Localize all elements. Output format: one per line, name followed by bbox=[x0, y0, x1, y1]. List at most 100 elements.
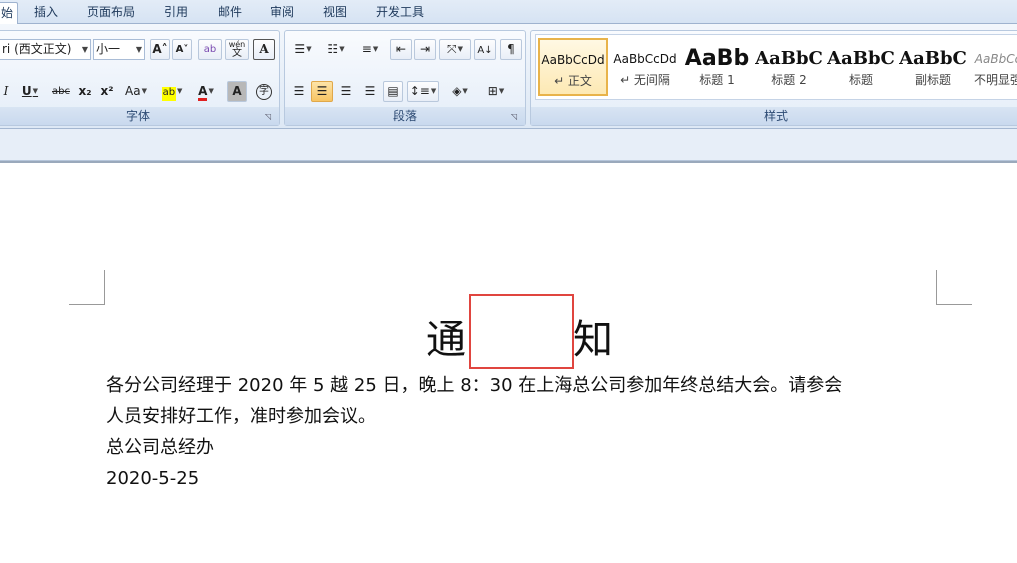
body-line-1: 各分公司经理于 2020 年 5 越 25 日，晚上 8：30 在上海总公司参加… bbox=[106, 375, 843, 396]
shrink-font-button[interactable]: A˅ bbox=[172, 39, 192, 60]
numbering-button[interactable]: ☷▼ bbox=[320, 39, 352, 60]
font-group: ri (西文正文) ▼ 小一 ▼ A˄ A˅ ab wén 文 A I U▼ ab… bbox=[0, 30, 280, 126]
ribbon-tab-bar: 始 插入 页面布局 引用 邮件 审阅 视图 开发工具 bbox=[0, 0, 1017, 25]
tab-developer[interactable]: 开发工具 bbox=[368, 2, 432, 24]
increase-indent-button[interactable]: ⇥ bbox=[414, 39, 436, 60]
underline-button[interactable]: U▼ bbox=[15, 81, 45, 102]
style-subtitle[interactable]: AaBbC 副标题 bbox=[898, 38, 968, 96]
chevron-down-icon: ▼ bbox=[208, 87, 214, 95]
style-no-spacing[interactable]: AaBbCcDd ↵ 无间隔 bbox=[610, 38, 680, 96]
clear-formatting-button[interactable]: ab bbox=[198, 39, 222, 60]
style-normal-sample: AaBbCcDd bbox=[541, 53, 605, 67]
multilevel-list-button[interactable]: ≡▼ bbox=[354, 39, 386, 60]
style-title-name: 标题 bbox=[848, 73, 873, 87]
dialog-launcher-icon[interactable]: ◹ bbox=[511, 112, 521, 122]
dialog-launcher-icon[interactable]: ◹ bbox=[265, 112, 275, 122]
font-size-combo[interactable]: 小一 ▼ bbox=[93, 39, 145, 60]
shrink-font-icon: A˅ bbox=[175, 44, 189, 55]
title-char-first: 通 bbox=[426, 317, 466, 363]
style-subtle-emphasis[interactable]: AaBbCc 不明显强 bbox=[970, 38, 1017, 96]
align-right-button[interactable]: ☰ bbox=[335, 81, 357, 102]
text-highlight-button[interactable]: ab ▼ bbox=[155, 81, 189, 102]
justify-button[interactable]: ☰ bbox=[359, 81, 381, 102]
borders-button[interactable]: ⊞▼ bbox=[479, 81, 513, 102]
character-border-button[interactable]: A bbox=[253, 39, 275, 60]
chevron-down-icon: ▼ bbox=[498, 87, 505, 95]
font-size-value: 小一 bbox=[96, 42, 121, 56]
tab-mailings[interactable]: 邮件 bbox=[210, 2, 250, 24]
grow-font-icon: A˄ bbox=[152, 42, 168, 56]
style-subtitle-sample: AaBbC bbox=[899, 48, 967, 69]
chevron-down-icon: ▼ bbox=[457, 45, 463, 53]
font-name-value: ri (西文正文) bbox=[2, 42, 72, 56]
tab-insert[interactable]: 插入 bbox=[26, 2, 66, 24]
tab-references[interactable]: 引用 bbox=[156, 2, 196, 24]
style-normal-name: ↵ 正文 bbox=[554, 74, 592, 88]
tab-home[interactable]: 始 bbox=[0, 2, 18, 25]
change-case-icon: Aa bbox=[125, 84, 141, 98]
justify-icon: ☰ bbox=[364, 84, 376, 98]
chevron-down-icon: ▼ bbox=[462, 87, 468, 95]
style-heading-2-name: 标题 2 bbox=[771, 73, 807, 87]
show-formatting-button[interactable]: ¶ bbox=[500, 39, 522, 60]
line-spacing-button[interactable]: ↕≡▼ bbox=[407, 81, 439, 102]
style-title-sample: AaBbC bbox=[827, 48, 895, 69]
style-normal[interactable]: AaBbCcDd ↵ 正文 bbox=[538, 38, 608, 96]
phonetic-guide-button[interactable]: wén 文 bbox=[225, 39, 249, 60]
grow-font-button[interactable]: A˄ bbox=[150, 39, 170, 60]
chinese-layout-button[interactable]: ⤧▼ bbox=[439, 39, 471, 60]
paragraph-group-label: 段落 bbox=[285, 107, 525, 125]
numbered-list-icon: ☷ bbox=[327, 42, 339, 56]
italic-button[interactable]: I bbox=[0, 81, 13, 102]
chinese-layout-icon: ⤧ bbox=[447, 42, 457, 56]
decrease-indent-icon: ⇤ bbox=[395, 42, 407, 56]
align-left-button[interactable]: ☰ bbox=[288, 81, 310, 102]
style-heading-2[interactable]: AaBbC 标题 2 bbox=[754, 38, 824, 96]
superscript-button[interactable]: x² bbox=[97, 81, 117, 102]
chevron-down-icon: ▼ bbox=[372, 45, 379, 53]
subscript-icon: x₂ bbox=[78, 84, 92, 98]
sort-button[interactable]: A↓ bbox=[474, 39, 496, 60]
chevron-down-icon: ▼ bbox=[306, 45, 312, 53]
font-color-icon: A bbox=[198, 84, 208, 101]
enclose-characters-button[interactable]: 字 bbox=[253, 81, 275, 102]
chevron-down-icon: ▼ bbox=[135, 45, 142, 54]
distributed-button[interactable]: ▤ bbox=[383, 81, 403, 102]
tab-page-layout[interactable]: 页面布局 bbox=[80, 2, 142, 24]
font-name-combo[interactable]: ri (西文正文) ▼ bbox=[0, 39, 91, 60]
styles-group-label: 样式 bbox=[531, 107, 1017, 125]
chevron-down-icon: ▼ bbox=[177, 87, 183, 95]
align-center-icon: ☰ bbox=[316, 84, 328, 98]
superscript-icon: x² bbox=[100, 84, 114, 98]
margin-corner-left bbox=[69, 270, 105, 305]
style-heading-1[interactable]: AaBb 标题 1 bbox=[682, 38, 752, 96]
align-center-button[interactable]: ☰ bbox=[311, 81, 333, 102]
tab-view[interactable]: 视图 bbox=[315, 2, 355, 24]
shading-button[interactable]: ◈▼ bbox=[443, 81, 477, 102]
character-shading-button[interactable]: A bbox=[227, 81, 247, 102]
bullets-button[interactable]: ☰▼ bbox=[288, 39, 318, 60]
ruler-strip bbox=[0, 129, 1017, 161]
style-title[interactable]: AaBbC 标题 bbox=[826, 38, 896, 96]
highlight-box bbox=[469, 294, 574, 369]
style-subtle-emphasis-sample: AaBbCc bbox=[974, 52, 1017, 66]
document-page[interactable]: 通 知 各分公司经理于 2020 年 5 越 25 日，晚上 8：30 在上海总… bbox=[0, 163, 1017, 563]
character-border-icon: A bbox=[259, 42, 269, 56]
paint-bucket-icon: ◈ bbox=[452, 84, 462, 98]
chevron-down-icon: ▼ bbox=[339, 45, 345, 53]
decrease-indent-button[interactable]: ⇤ bbox=[390, 39, 412, 60]
tab-review[interactable]: 审阅 bbox=[262, 2, 302, 24]
multilevel-list-icon: ≡ bbox=[361, 42, 372, 56]
align-right-icon: ☰ bbox=[340, 84, 352, 98]
style-heading-1-name: 标题 1 bbox=[699, 73, 735, 87]
margin-corner-right bbox=[936, 270, 972, 305]
change-case-button[interactable]: Aa▼ bbox=[121, 81, 151, 102]
chevron-down-icon: ▼ bbox=[32, 87, 39, 95]
font-color-button[interactable]: A▼ bbox=[191, 81, 221, 102]
sort-icon: A↓ bbox=[477, 45, 493, 56]
style-subtle-emphasis-name: 不明显强 bbox=[973, 73, 1017, 87]
chevron-down-icon: ▼ bbox=[430, 87, 437, 95]
strikethrough-button[interactable]: abc bbox=[49, 81, 73, 102]
bullet-list-icon: ☰ bbox=[294, 42, 306, 56]
subscript-button[interactable]: x₂ bbox=[75, 81, 95, 102]
